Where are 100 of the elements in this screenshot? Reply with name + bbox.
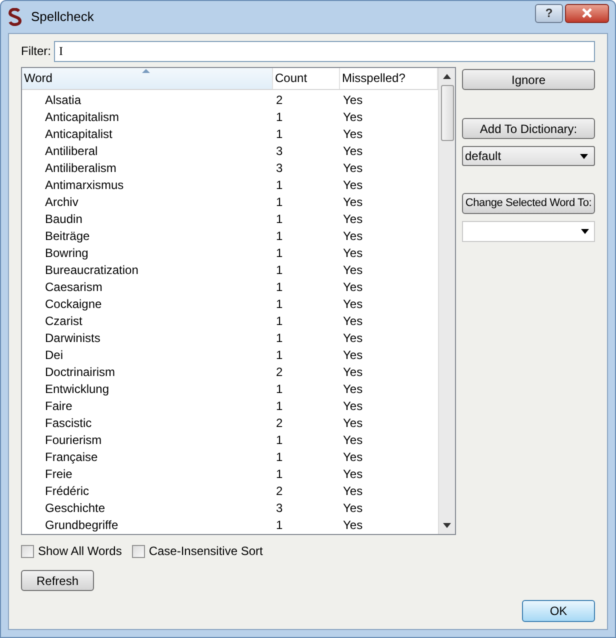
table-cell-text: 1 xyxy=(275,228,284,244)
scrollbar[interactable] xyxy=(438,68,455,534)
table-cell-text: Yes xyxy=(342,160,364,176)
table-cell-text: 1 xyxy=(275,108,284,126)
table-cell-text: Darwinists xyxy=(44,330,102,346)
table-cell-text: Yes xyxy=(342,278,364,296)
table-cell-text: Dei xyxy=(44,346,64,364)
scroll-up-icon[interactable] xyxy=(443,74,451,79)
table-cell-text: Beiträge xyxy=(44,228,91,244)
table-cell-text: 1 xyxy=(275,176,284,194)
table-cell-text: Yes xyxy=(342,432,364,448)
sort-arrow-icon xyxy=(142,69,150,73)
table-cell-text: Yes xyxy=(342,466,364,482)
table-cell-text: 3 xyxy=(275,142,284,160)
table-cell-text: 1 xyxy=(275,330,284,346)
table-cell-text: 1 xyxy=(275,296,284,312)
checkbox-label[interactable]: Case-Insensitive Sort xyxy=(148,542,263,560)
table-cell-text: 1 xyxy=(275,380,284,398)
table-cell-text: Yes xyxy=(342,346,364,364)
table-cell-text: Anticapitalism xyxy=(44,108,120,126)
table-cell-text: 2 xyxy=(275,414,284,432)
table-cell-text: Yes xyxy=(342,448,364,466)
table-cell-text: Cockaigne xyxy=(44,296,103,312)
table-cell-text: Archiv xyxy=(44,194,80,210)
column-header-background[interactable]: Word xyxy=(22,68,273,89)
ok-button[interactable]: OK xyxy=(522,600,595,622)
table-cell-text: Grundbegriffe xyxy=(44,516,120,534)
filter-label: Filter: xyxy=(21,43,52,60)
table-cell-text: Yes xyxy=(342,92,364,108)
table-cell-text: Anticapitalist xyxy=(44,126,114,142)
table-cell-text: 1 xyxy=(275,448,284,466)
table-cell-text: Yes xyxy=(342,380,364,398)
filter-field[interactable]: I xyxy=(54,40,595,62)
refresh-button[interactable]: Refresh xyxy=(21,570,94,591)
table-cell-text: 1 xyxy=(275,398,284,414)
table-cell-text: Caesarism xyxy=(44,278,104,296)
table-cell-text: Yes xyxy=(342,176,364,194)
table-cell-text: Yes xyxy=(342,296,364,312)
scroll-thumb[interactable] xyxy=(440,85,454,141)
column-header[interactable]: Count xyxy=(273,68,340,89)
table-cell-text: Yes xyxy=(342,516,364,534)
table-cell-text: Yes xyxy=(342,210,364,228)
header-label: Word xyxy=(24,70,52,87)
table-cell-text: 1 xyxy=(275,346,284,364)
replacement-dropdown[interactable] xyxy=(462,221,595,242)
ignore-button[interactable]: Ignore xyxy=(462,69,595,90)
dropdown-arrow-icon xyxy=(581,229,589,234)
table-cell-text: Yes xyxy=(342,330,364,346)
dictionary-value: default xyxy=(465,148,502,165)
window-title: Spellcheck xyxy=(31,8,94,26)
table-cell-text: Fourierism xyxy=(44,432,103,448)
table-cell-text: Frédéric xyxy=(44,482,90,500)
table-cell-text: Entwicklung xyxy=(44,380,110,398)
help-button[interactable]: ? xyxy=(535,4,563,22)
close-icon xyxy=(581,8,593,18)
table-cell-text: Yes xyxy=(342,244,364,262)
table-cell-text: Yes xyxy=(342,414,364,432)
table-cell-text: Yes xyxy=(342,194,364,210)
table-cell-text: Alsatia xyxy=(44,92,82,108)
table-cell-text: Antimarxismus xyxy=(44,176,125,194)
table-cell-text: 1 xyxy=(275,126,284,142)
table-cell-text: 1 xyxy=(275,278,284,296)
table-cell-text: Yes xyxy=(342,126,364,142)
table-cell-text: Baudin xyxy=(44,210,84,228)
table-cell-text: 2 xyxy=(275,364,284,380)
table-cell-text: Yes xyxy=(342,500,364,516)
table-cell-text: Yes xyxy=(342,228,364,244)
table-cell-text: 1 xyxy=(275,466,284,482)
close-button[interactable] xyxy=(565,4,609,22)
add-to-dictionary-button[interactable]: Add To Dictionary: xyxy=(462,118,595,139)
table-cell-text: 1 xyxy=(275,262,284,278)
table-cell-text: 1 xyxy=(275,516,284,534)
table-cell-text: Yes xyxy=(342,364,364,380)
column-header[interactable]: Misspelled? xyxy=(340,68,438,89)
table-cell-text: Bowring xyxy=(44,244,90,262)
table-cell-text: 2 xyxy=(275,482,284,500)
table-cell-text: 1 xyxy=(275,312,284,330)
table-cell-text: Antiliberal xyxy=(44,142,99,160)
table-cell-text: Doctrinairism xyxy=(44,364,116,380)
scroll-down-icon[interactable] xyxy=(443,523,451,528)
table-cell-text: Yes xyxy=(342,142,364,160)
table-cell-text: Fascistic xyxy=(44,414,93,432)
table-cell-text: Yes xyxy=(342,312,364,330)
table-cell-text: 1 xyxy=(275,432,284,448)
checkbox[interactable] xyxy=(132,544,145,558)
table-cell-text: Freie xyxy=(44,466,74,482)
table-cell-text: Faire xyxy=(44,398,74,414)
table-cell-text: Antiliberalism xyxy=(44,160,118,176)
change-word-button[interactable]: Change Selected Word To: xyxy=(462,193,595,214)
table-cell-text: Yes xyxy=(342,108,364,126)
table-cell-text: Czarist xyxy=(44,312,84,330)
table-cell-text: 1 xyxy=(275,244,284,262)
table-cell-text: 1 xyxy=(275,194,284,210)
table-cell-text: 3 xyxy=(275,500,284,516)
dictionary-dropdown[interactable]: default xyxy=(462,146,595,166)
checkbox[interactable] xyxy=(21,544,34,558)
table-cell-text: Bureaucratization xyxy=(44,262,140,278)
checkbox-label[interactable]: Show All Words xyxy=(38,542,122,560)
table-cell-text: Yes xyxy=(342,398,364,414)
table-cell-text: Geschichte xyxy=(44,500,106,516)
